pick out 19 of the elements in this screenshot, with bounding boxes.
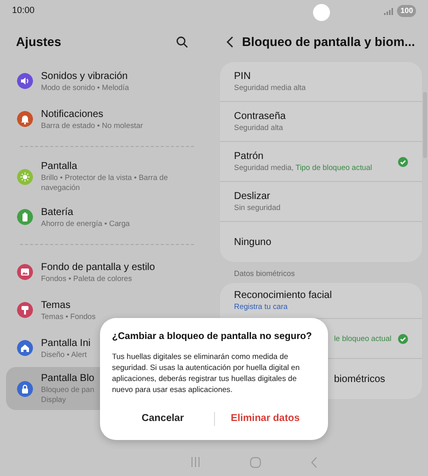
item-title: Pantalla Ini: [41, 336, 90, 350]
item-title: Batería: [41, 206, 74, 218]
item-title: Ninguno: [234, 236, 272, 248]
item-title: Patrón: [234, 150, 264, 163]
dialog-title: ¿Cambiar a bloqueo de pantalla no seguro?: [112, 330, 313, 344]
item-title: Pantalla Blo: [41, 372, 94, 385]
item-title: Notificaciones: [41, 108, 104, 120]
item-title: Fondo de pantalla y estilo: [41, 260, 155, 274]
settings-title: Ajustes: [16, 34, 62, 51]
item-title: Pantalla: [41, 160, 78, 173]
item-title: Temas: [41, 298, 72, 312]
item-title: Sonidos y vibración: [41, 70, 129, 82]
item-title: PIN: [234, 70, 252, 83]
status-time: 10:00: [12, 4, 35, 18]
page-title: Bloqueo de pantalla y biom...: [242, 34, 415, 51]
item-title: Contraseña: [234, 110, 286, 123]
item-title: biométricos: [334, 372, 386, 386]
item-title: Deslizar: [234, 190, 272, 203]
item-title: Reconocimiento facial: [234, 288, 332, 302]
